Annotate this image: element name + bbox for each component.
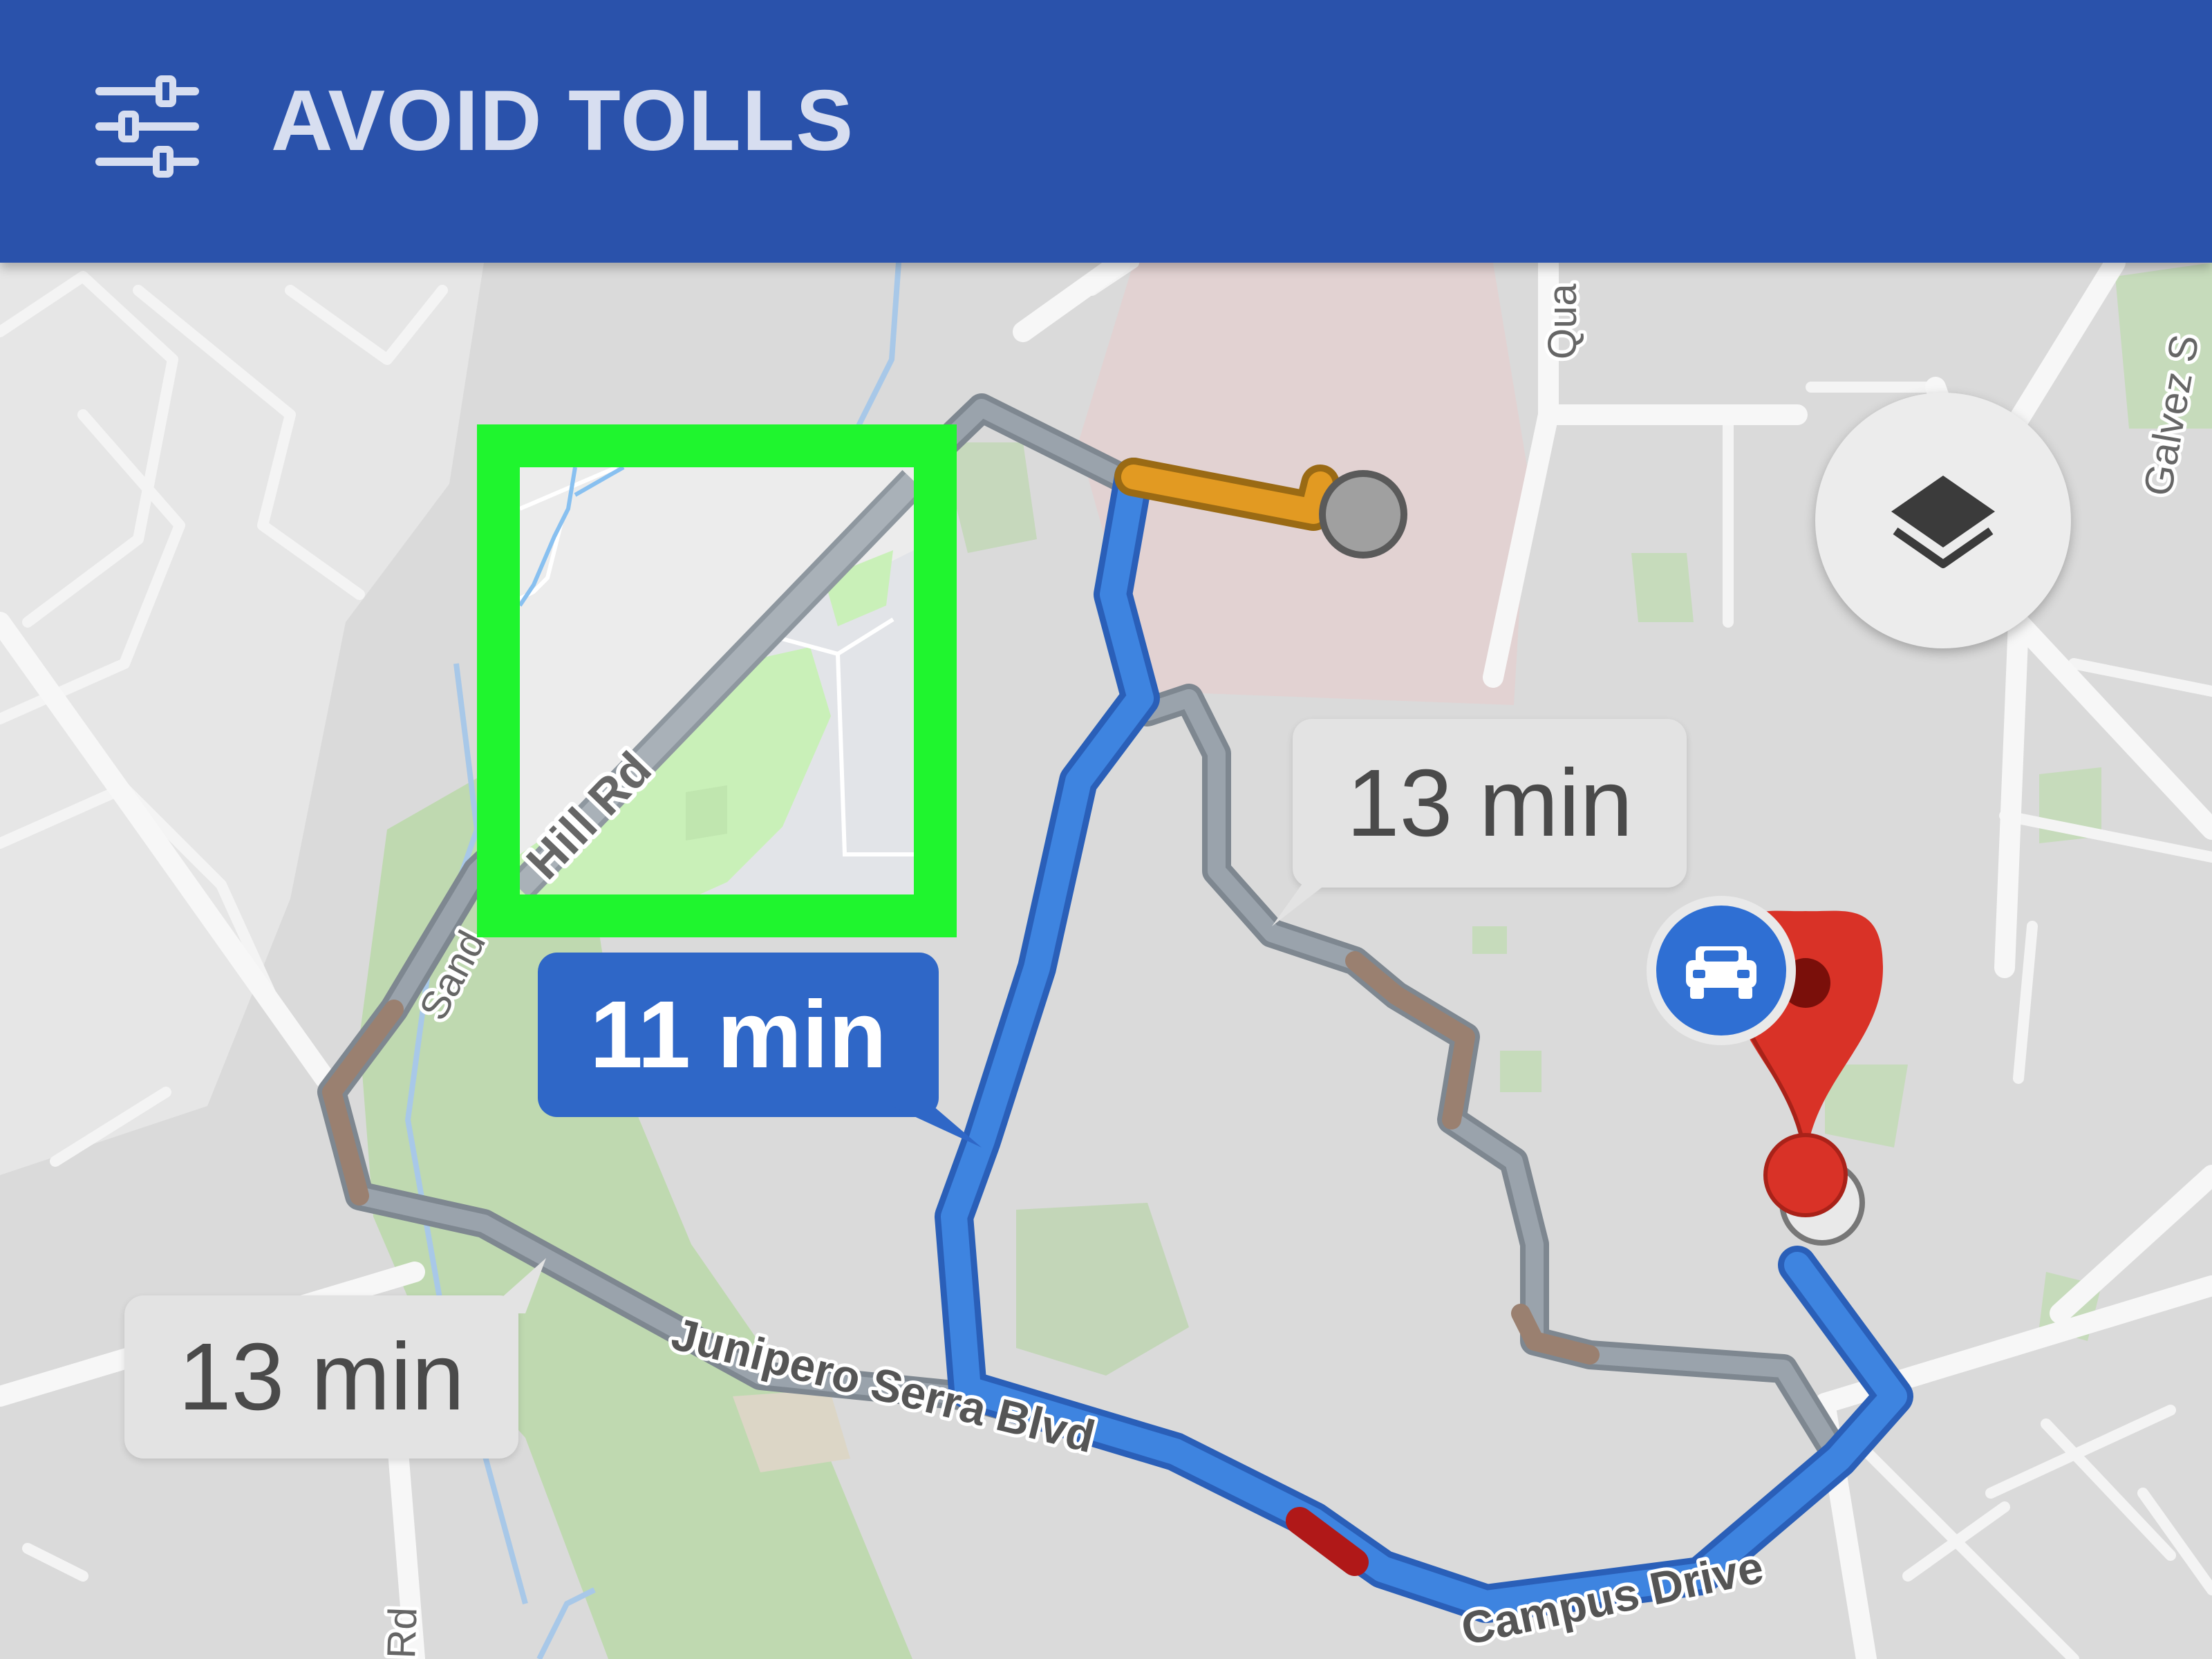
route-time-label: 11 min bbox=[590, 982, 887, 1088]
route-time-bubble-primary[interactable]: 11 min bbox=[538, 953, 939, 1117]
route-time-label: 13 min bbox=[178, 1324, 465, 1430]
street-label-quarry: Qua bbox=[1540, 283, 1585, 359]
street-label-rd: Rd bbox=[379, 1606, 426, 1659]
bubble-tail bbox=[892, 1106, 982, 1147]
zoom-highlight-box: Hill Rd bbox=[477, 424, 957, 937]
car-icon[interactable] bbox=[1647, 896, 1796, 1045]
route-time-bubble-alternate-left[interactable]: 13 min bbox=[124, 1295, 518, 1459]
route-time-bubble-alternate-right[interactable]: 13 min bbox=[1293, 719, 1687, 888]
bubble-tail bbox=[484, 1258, 546, 1313]
tune-sliders-icon[interactable] bbox=[95, 75, 199, 178]
avoid-tolls-button[interactable]: AVOID TOLLS bbox=[271, 69, 854, 173]
origin-dot-icon[interactable] bbox=[1319, 470, 1407, 559]
layers-button[interactable] bbox=[1815, 393, 2071, 648]
zoomed-map-inset: Hill Rd bbox=[520, 467, 914, 894]
layers-icon bbox=[1891, 476, 1995, 568]
route-time-label: 13 min bbox=[1346, 750, 1633, 856]
bubble-tail bbox=[1272, 878, 1334, 926]
top-app-bar: AVOID TOLLS bbox=[0, 0, 2212, 263]
